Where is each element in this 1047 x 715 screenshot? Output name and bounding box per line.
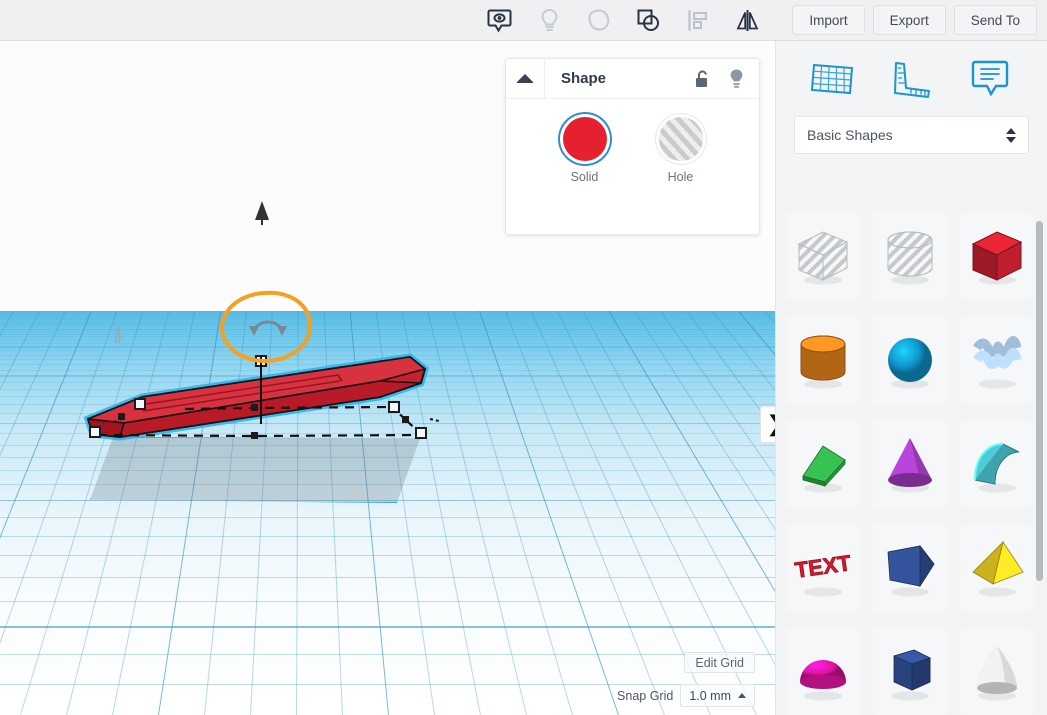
pyramid-icon <box>972 540 1024 597</box>
wedge-icon <box>802 445 846 493</box>
notes-icon[interactable] <box>962 54 1018 104</box>
edit-grid-button[interactable]: Edit Grid <box>684 652 755 673</box>
toolbar-actions: Import Export Send To <box>792 0 1047 40</box>
midpoint-handle-bottom[interactable] <box>251 432 258 439</box>
shape-item-polygon[interactable] <box>873 629 947 715</box>
caret-up-icon <box>738 693 746 698</box>
shape-panel-title: Shape <box>561 70 607 87</box>
panel-collapse-tab[interactable]: ❯ <box>760 406 775 443</box>
shape-item-wedge[interactable] <box>786 421 860 507</box>
export-button[interactable]: Export <box>872 5 946 35</box>
chevron-down-glyph <box>1006 136 1016 143</box>
midpoint-handle-right[interactable] <box>402 416 409 423</box>
shape-item-pyramid[interactable] <box>960 525 1034 611</box>
mirror-icon[interactable] <box>723 0 772 40</box>
cone-icon <box>888 438 932 493</box>
polygon-icon <box>891 649 932 701</box>
shape-item-box[interactable] <box>960 213 1034 299</box>
midpoint-handle-left[interactable] <box>118 413 125 420</box>
shape-item-cone[interactable] <box>873 421 947 507</box>
grid-workplane-icon[interactable] <box>805 54 861 104</box>
round-roof-icon <box>974 443 1020 493</box>
chevron-updown-icon <box>1006 127 1016 143</box>
hole-option[interactable]: Hole <box>658 117 703 184</box>
shape-panel-body: Solid Hole <box>506 99 759 184</box>
shape-item-scribble[interactable] <box>960 317 1034 403</box>
shape-item-sphere[interactable] <box>873 317 947 403</box>
ruler-icon[interactable] <box>883 54 939 104</box>
shape-library-grid[interactable]: TEXT <box>776 213 1047 715</box>
sidebar-scrollbar[interactable] <box>1036 221 1043 581</box>
box-icon <box>971 231 1023 285</box>
paraboloid-icon <box>887 544 935 597</box>
shape-item-paraboloid[interactable] <box>873 525 947 611</box>
unlock-icon[interactable] <box>685 59 719 98</box>
shape-item-cylinder[interactable] <box>786 317 860 403</box>
shape-item-cone-round[interactable] <box>960 629 1034 715</box>
solid-label: Solid <box>570 170 599 184</box>
light-bulb-icon[interactable] <box>719 59 753 98</box>
half-sphere-icon <box>800 660 846 701</box>
hole-swatch[interactable] <box>658 117 703 161</box>
shape-category-label: Basic Shapes <box>807 127 893 143</box>
group-shapes-icon[interactable] <box>624 0 673 40</box>
light-bulb-icon[interactable] <box>525 0 574 40</box>
view-orientation-marker-stem <box>261 220 263 225</box>
resize-handle-top-left[interactable] <box>134 398 146 410</box>
hole-label: Hole <box>667 170 694 184</box>
shape-item-half-sphere[interactable] <box>786 629 860 715</box>
import-button[interactable]: Import <box>792 5 865 35</box>
snap-grid-value: 1.0 mm <box>689 688 731 703</box>
send-to-button[interactable]: Send To <box>953 5 1037 35</box>
solid-color-swatch[interactable] <box>562 117 607 161</box>
text-icon: TEXT <box>793 550 853 597</box>
cylinder-hole-icon <box>887 231 933 285</box>
shape-item-cylinder-hole[interactable] <box>873 213 947 299</box>
shape-item-round-roof[interactable] <box>960 421 1034 507</box>
top-toolbar: Import Export Send To <box>0 0 1047 41</box>
sidebar-tool-icons <box>776 41 1047 116</box>
rotate-handle[interactable] <box>217 287 316 369</box>
rotate-arrow-icon <box>249 320 287 336</box>
shape-outline-icon[interactable] <box>575 0 624 40</box>
shape-item-box-hole[interactable] <box>786 213 860 299</box>
view-orientation-marker <box>255 201 269 220</box>
toolbar-left-spacer <box>0 0 475 40</box>
resize-handle-bottom-left[interactable] <box>89 426 101 438</box>
triangle-up-icon[interactable] <box>506 59 545 98</box>
dimension-marker-icon <box>115 327 123 343</box>
resize-handle-top-right[interactable] <box>388 401 400 413</box>
view-cube-icon[interactable] <box>475 0 524 40</box>
align-icon[interactable] <box>674 0 723 40</box>
triangle-up-glyph <box>516 74 534 83</box>
shape-grid-inner: TEXT <box>786 213 1034 715</box>
sphere-icon <box>888 338 932 389</box>
resize-handle-bottom-right[interactable] <box>415 427 427 439</box>
toolbar-tool-group <box>475 0 772 40</box>
cone-round-icon <box>977 646 1017 701</box>
shapes-sidebar: Basic Shapes TEXT <box>775 41 1047 715</box>
cylinder-icon <box>800 335 846 389</box>
tinkercad-editor: Import Export Send To Edit Grid Snap Gri… <box>0 0 1047 715</box>
solid-option[interactable]: Solid <box>562 117 607 184</box>
shape-panel-header: Shape <box>506 59 759 99</box>
svg-text:TEXT: TEXT <box>793 550 853 583</box>
shape-inspector-panel: Shape Solid Hole <box>505 58 760 235</box>
snap-grid-label: Snap Grid <box>617 688 674 703</box>
box-hole-icon <box>797 231 849 285</box>
snap-grid-control: Snap Grid 1.0 mm <box>617 684 755 707</box>
shape-item-text[interactable]: TEXT <box>786 525 860 611</box>
chevron-up-glyph <box>1006 127 1016 134</box>
midpoint-handle-center[interactable] <box>251 404 258 411</box>
snap-grid-select[interactable]: 1.0 mm <box>680 684 755 707</box>
shape-category-select[interactable]: Basic Shapes <box>794 116 1029 154</box>
scribble-icon <box>973 336 1022 389</box>
